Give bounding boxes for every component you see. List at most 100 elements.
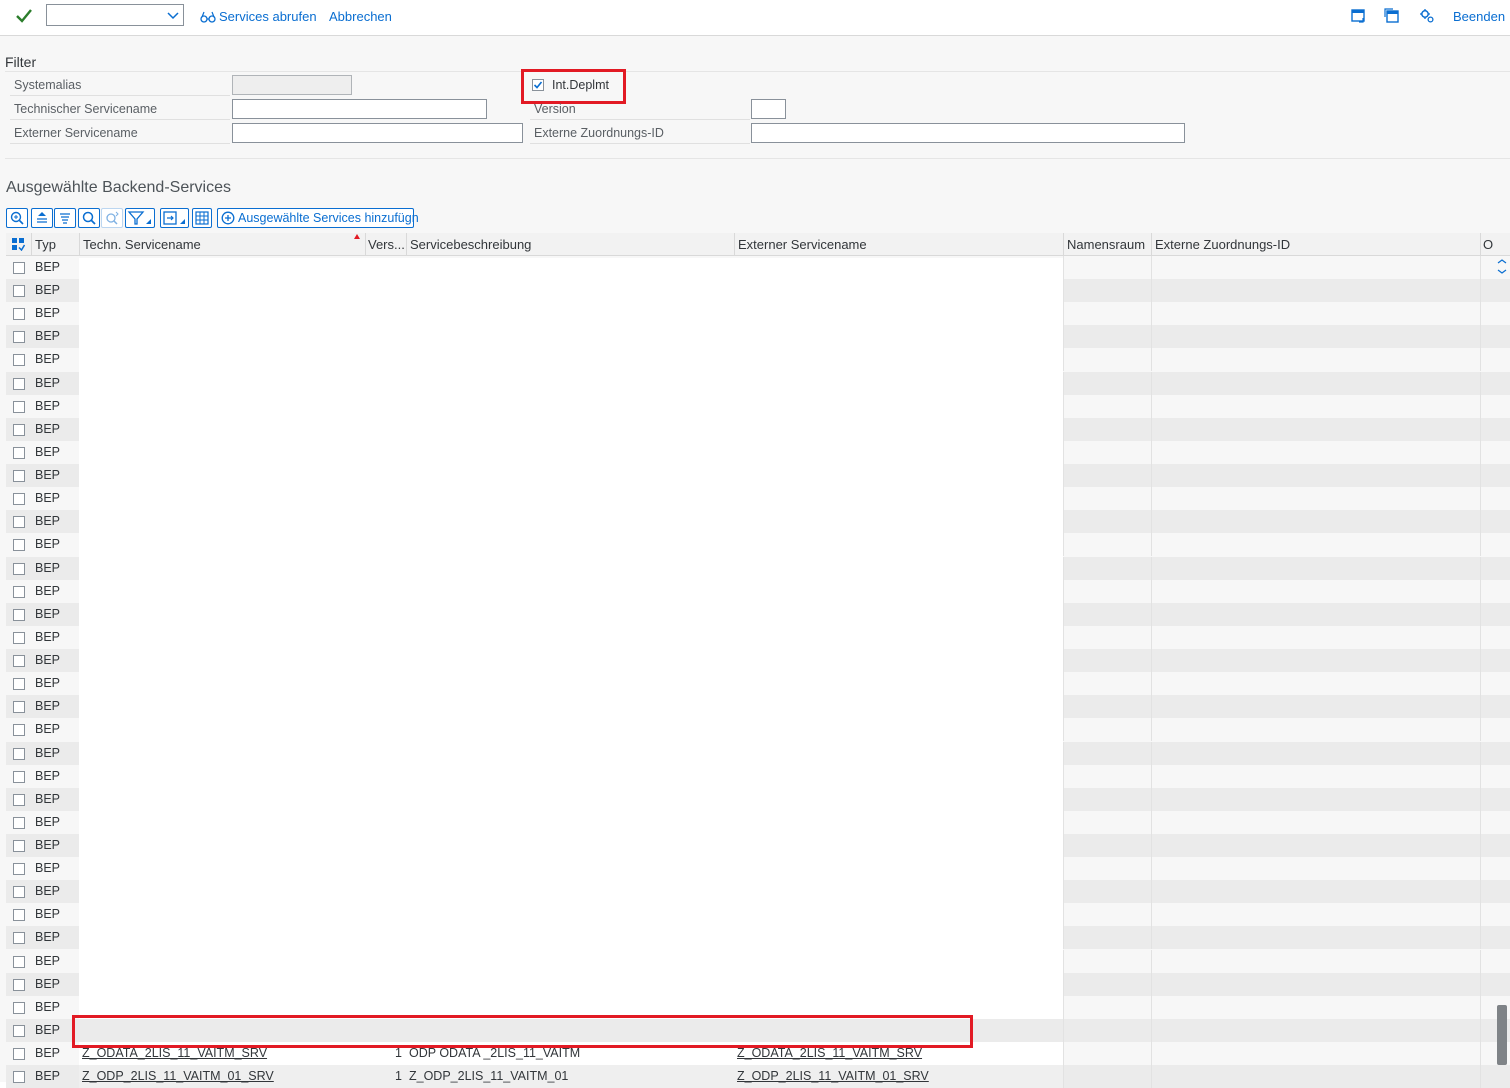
row-checkbox[interactable]	[13, 608, 25, 621]
column-header-o[interactable]: O	[1483, 237, 1493, 252]
row-checkbox[interactable]	[13, 932, 25, 945]
int-deplmt-checkbox[interactable]	[532, 79, 544, 91]
row-checkbox[interactable]	[13, 400, 25, 413]
row-checkbox[interactable]	[13, 1048, 25, 1061]
row-checkbox[interactable]	[13, 747, 25, 760]
beenden-button[interactable]: Beenden	[1453, 9, 1505, 24]
row-selector[interactable]	[6, 695, 31, 718]
row-checkbox[interactable]	[13, 724, 25, 737]
row-selector[interactable]	[6, 418, 31, 441]
row-checkbox[interactable]	[13, 770, 25, 783]
row-checkbox[interactable]	[13, 493, 25, 506]
row-checkbox[interactable]	[13, 539, 25, 552]
row-checkbox[interactable]	[13, 655, 25, 668]
row-selector[interactable]	[6, 1065, 31, 1088]
sort-descending-button[interactable]	[54, 208, 76, 228]
layout-button[interactable]	[192, 208, 212, 228]
row-checkbox[interactable]	[13, 262, 25, 274]
cell-techn-servicename[interactable]: Z_ODATA_2LIS_11_VAITM_SRV	[79, 1042, 365, 1066]
row-selector[interactable]	[6, 1042, 31, 1065]
window-maximize-icon[interactable]	[1350, 8, 1366, 24]
row-selector[interactable]	[6, 510, 31, 533]
row-selector[interactable]	[6, 372, 31, 395]
row-selector[interactable]	[6, 302, 31, 325]
row-checkbox[interactable]	[13, 701, 25, 714]
column-header-typ[interactable]: Typ	[35, 237, 77, 252]
row-selector[interactable]	[6, 464, 31, 487]
scrollbar-thumb[interactable]	[1497, 1005, 1507, 1065]
row-checkbox[interactable]	[13, 516, 25, 529]
row-selector[interactable]	[6, 533, 31, 556]
row-selector[interactable]	[6, 487, 31, 510]
row-selector[interactable]	[6, 765, 31, 788]
row-selector[interactable]	[6, 742, 31, 765]
cell-techn-servicename[interactable]	[79, 1019, 365, 1042]
row-checkbox[interactable]	[13, 1001, 25, 1014]
row-checkbox[interactable]	[13, 423, 25, 436]
row-checkbox[interactable]	[13, 909, 25, 922]
row-selector[interactable]	[6, 834, 31, 857]
export-button[interactable]	[160, 208, 189, 228]
row-selector[interactable]	[6, 395, 31, 418]
row-selector[interactable]	[6, 996, 31, 1019]
row-checkbox[interactable]	[13, 446, 25, 459]
row-selector[interactable]	[6, 441, 31, 464]
row-checkbox[interactable]	[13, 678, 25, 691]
row-checkbox[interactable]	[13, 354, 25, 367]
row-checkbox[interactable]	[13, 955, 25, 968]
externer-servicename-input[interactable]	[232, 123, 523, 143]
scroll-up-icon[interactable]	[1496, 258, 1508, 278]
add-selected-services-button[interactable]: Ausgewählte Services hinzufügn	[217, 208, 419, 228]
table-row[interactable]: BEP Z_ODATA_2LIS_11_VAITM_SRV 1 ODP ODATA _…	[6, 1042, 1510, 1066]
row-checkbox[interactable]	[13, 308, 25, 321]
row-checkbox[interactable]	[13, 840, 25, 852]
cell-techn-servicename[interactable]: Z_ODP_2LIS_11_VAITM_01_SRV	[79, 1065, 365, 1088]
row-selector[interactable]	[6, 626, 31, 649]
row-selector[interactable]	[6, 325, 31, 348]
column-header-servicebeschreibung[interactable]: Servicebeschreibung	[410, 237, 730, 252]
search-button[interactable]	[78, 208, 100, 228]
row-selector[interactable]	[6, 1019, 31, 1042]
row-selector[interactable]	[6, 557, 31, 580]
column-header-techn-servicename[interactable]: Techn. Servicename	[83, 237, 353, 252]
row-checkbox[interactable]	[13, 886, 25, 899]
row-selector[interactable]	[6, 603, 31, 626]
row-selector[interactable]	[6, 926, 31, 949]
search-next-button[interactable]	[101, 208, 123, 228]
row-selector[interactable]	[6, 788, 31, 811]
row-checkbox[interactable]	[13, 562, 25, 575]
cell-externer-servicename[interactable]: Z_ODATA_2LIS_11_VAITM_SRV	[734, 1042, 1063, 1066]
row-checkbox[interactable]	[13, 863, 25, 876]
row-checkbox[interactable]	[13, 1071, 25, 1084]
abbrechen-button[interactable]: Abbrechen	[329, 9, 392, 24]
details-button[interactable]	[6, 208, 28, 228]
column-header-vers[interactable]: Vers...	[368, 237, 406, 252]
cell-externer-servicename[interactable]: Z_ODP_2LIS_11_VAITM_01_SRV	[734, 1065, 1063, 1088]
table-row[interactable]: BEP	[6, 1018, 1510, 1042]
row-selector[interactable]	[6, 950, 31, 973]
version-input[interactable]	[751, 99, 786, 119]
row-checkbox[interactable]	[13, 585, 25, 598]
checkmark-icon[interactable]	[14, 6, 34, 26]
externe-zuordnungs-id-input[interactable]	[751, 123, 1185, 143]
table-row[interactable]: BEP Z_ODP_2LIS_11_VAITM_01_SRV 1 Z_ODP_2LIS…	[6, 1065, 1510, 1088]
row-checkbox[interactable]	[13, 470, 25, 483]
row-selector[interactable]	[6, 903, 31, 926]
row-selector[interactable]	[6, 348, 31, 371]
row-selector[interactable]	[6, 857, 31, 880]
row-selector[interactable]	[6, 672, 31, 695]
row-selector[interactable]	[6, 973, 31, 996]
services-abrufen-button[interactable]: Services abrufen	[200, 9, 317, 24]
row-checkbox[interactable]	[13, 793, 25, 806]
row-checkbox[interactable]	[13, 978, 25, 991]
row-selector[interactable]	[6, 649, 31, 672]
row-selector[interactable]	[6, 718, 31, 741]
row-checkbox[interactable]	[13, 285, 25, 298]
filter-button[interactable]	[125, 208, 155, 228]
sort-ascending-button[interactable]	[31, 208, 53, 228]
row-checkbox[interactable]	[13, 1024, 25, 1037]
column-header-externer-servicename[interactable]: Externer Servicename	[738, 237, 1058, 252]
row-selector[interactable]	[6, 279, 31, 302]
row-checkbox[interactable]	[13, 377, 25, 390]
row-checkbox[interactable]	[13, 331, 25, 344]
